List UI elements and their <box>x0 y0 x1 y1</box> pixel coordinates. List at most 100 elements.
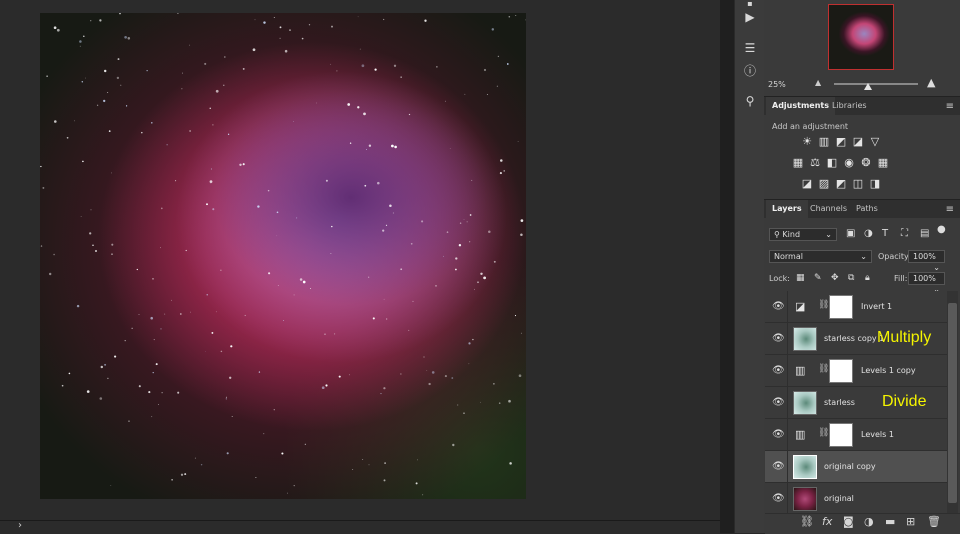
rosette-nebula-image[interactable] <box>40 13 526 499</box>
link-icon[interactable]: ⛓ <box>818 428 829 438</box>
fx-icon[interactable]: fx <box>822 515 832 528</box>
layer-name[interactable]: Levels 1 copy <box>861 366 916 375</box>
selective-color-icon[interactable]: ◫ <box>851 177 865 191</box>
filter-type-icon[interactable]: T <box>882 228 888 239</box>
filter-shape-icon[interactable]: ⛶ <box>901 228 908 239</box>
layer-name[interactable]: Levels 1 <box>861 430 894 439</box>
tab-paths[interactable]: Paths <box>850 200 884 218</box>
star <box>357 106 360 109</box>
layer-thumbnail[interactable] <box>793 455 817 479</box>
layer-mask-thumbnail[interactable] <box>829 295 853 319</box>
info-icon[interactable]: ⓘ <box>740 61 760 81</box>
folder-icon[interactable]: ▬ <box>885 515 895 528</box>
fill-field[interactable]: 100% ⌄ <box>908 272 945 294</box>
lock-all-icon[interactable]: 🔒︎ <box>865 273 870 283</box>
color-balance-icon[interactable]: ⚖ <box>808 156 822 170</box>
layer-mask-thumbnail[interactable] <box>829 423 853 447</box>
adjustment-icon[interactable]: ◑ <box>864 515 874 528</box>
eye-icon[interactable]: 👁︎ <box>772 397 785 408</box>
new-layer-icon[interactable]: ⊞ <box>906 515 915 528</box>
invert-icon[interactable]: ◪ <box>800 177 814 191</box>
threshold-icon[interactable]: ◩ <box>834 177 848 191</box>
zoom-in-icon[interactable]: ▲ <box>927 76 935 89</box>
layer-filter-select[interactable]: ⚲ Kind ⌄ <box>769 228 837 241</box>
star <box>92 244 94 247</box>
layer-thumbnail[interactable] <box>793 391 817 415</box>
layer-row[interactable]: 👁︎ original <box>765 483 947 515</box>
star <box>80 216 82 217</box>
mask-icon[interactable]: ◙ <box>843 515 854 528</box>
panel-menu-icon[interactable]: ≡ <box>946 101 954 112</box>
layer-name[interactable]: original <box>824 494 854 503</box>
tab-libraries[interactable]: Libraries <box>826 97 873 115</box>
layer-name[interactable]: starless copy 1 <box>824 334 884 343</box>
layer-row[interactable]: 👁︎ starless copy 1 Multiply <box>765 323 947 355</box>
filter-smart-object-icon[interactable]: ▤ <box>920 228 929 239</box>
opacity-field[interactable]: 100% ⌄ <box>908 250 945 272</box>
navigator-zoom-slider[interactable] <box>834 83 918 85</box>
stamp-icon[interactable]: ⚲ <box>740 91 760 111</box>
layer-row[interactable]: 👁︎ ▥ ⛓ Levels 1 <box>765 419 947 451</box>
tab-channels[interactable]: Channels <box>804 200 853 218</box>
star <box>79 45 81 47</box>
star <box>372 317 375 320</box>
lock-position-icon[interactable]: ✥ <box>831 273 839 283</box>
zoom-out-icon[interactable]: ▲ <box>815 78 821 87</box>
layers-scroll-thumb[interactable] <box>948 303 957 503</box>
navigator-preview[interactable] <box>828 4 894 70</box>
layer-name[interactable]: original copy <box>824 462 876 471</box>
filter-pixel-icon[interactable]: ▣ <box>846 228 855 239</box>
channel-mixer-icon[interactable]: ❂ <box>859 156 873 170</box>
layer-row[interactable]: 👁︎ ▥ ⛓ Levels 1 copy <box>765 355 947 387</box>
eye-icon[interactable]: 👁︎ <box>772 301 785 312</box>
color-lookup-icon[interactable]: ▦ <box>876 156 890 170</box>
filter-adjustment-icon[interactable]: ◑ <box>864 228 873 239</box>
levels-icon[interactable]: ▥ <box>817 135 831 149</box>
photo-filter-icon[interactable]: ◉ <box>842 156 856 170</box>
zoom-slider-handle[interactable] <box>864 83 872 90</box>
vibrance-icon[interactable]: ▽ <box>868 135 882 149</box>
eye-icon[interactable]: 👁︎ <box>772 461 785 472</box>
gradient-map-icon[interactable]: ◨ <box>868 177 882 191</box>
panel-divider[interactable] <box>720 0 734 533</box>
trash-icon[interactable]: 🗑︎ <box>927 515 941 528</box>
lock-artboard-icon[interactable]: ⧉ <box>848 273 854 283</box>
exposure-icon[interactable]: ◪ <box>851 135 865 149</box>
row-separator <box>787 387 788 419</box>
star <box>377 181 380 185</box>
link-icon[interactable]: ⛓ <box>818 364 829 374</box>
panel-menu-icon[interactable]: ≡ <box>946 204 954 215</box>
layer-name[interactable]: starless <box>824 398 855 407</box>
lock-transparency-icon[interactable]: ▦ <box>796 273 805 283</box>
filter-toggle-icon[interactable]: ● <box>937 224 946 235</box>
link-icon[interactable]: ⛓ <box>800 515 814 528</box>
layer-row[interactable]: 👁︎ starless Divide <box>765 387 947 419</box>
layer-thumbnail[interactable] <box>793 327 817 351</box>
eye-icon[interactable]: 👁︎ <box>772 333 785 344</box>
document-canvas[interactable] <box>0 0 720 520</box>
chevron-right-icon[interactable]: › <box>18 520 22 531</box>
link-icon[interactable]: ⛓ <box>818 300 829 310</box>
sliders-icon[interactable]: ☰ <box>740 38 760 58</box>
play-icon[interactable]: ▶ <box>740 7 760 27</box>
brightness-icon[interactable]: ☀ <box>800 135 814 149</box>
layer-name[interactable]: Invert 1 <box>861 302 892 311</box>
navigator-zoom-value[interactable]: 25% <box>768 80 786 89</box>
posterize-icon[interactable]: ▨ <box>817 177 831 191</box>
layer-thumbnail[interactable] <box>793 487 817 511</box>
star <box>364 184 367 187</box>
tab-adjustments[interactable]: Adjustments <box>766 97 835 115</box>
curves-icon[interactable]: ◩ <box>834 135 848 149</box>
eye-icon[interactable]: 👁︎ <box>772 429 785 440</box>
eye-icon[interactable]: 👁︎ <box>772 365 785 376</box>
layer-row[interactable]: 👁︎ ◪ ⛓ Invert 1 <box>765 291 947 323</box>
tab-layers[interactable]: Layers <box>766 200 808 218</box>
hue-saturation-icon[interactable]: ▦ <box>791 156 805 170</box>
blend-mode-select[interactable]: Normal ⌄ <box>769 250 872 263</box>
lock-brush-icon[interactable]: ✎ <box>814 273 822 283</box>
star <box>175 180 177 182</box>
layer-row[interactable]: 👁︎ original copy <box>765 451 947 483</box>
eye-icon[interactable]: 👁︎ <box>772 493 785 504</box>
black-white-icon[interactable]: ◧ <box>825 156 839 170</box>
layer-mask-thumbnail[interactable] <box>829 359 853 383</box>
